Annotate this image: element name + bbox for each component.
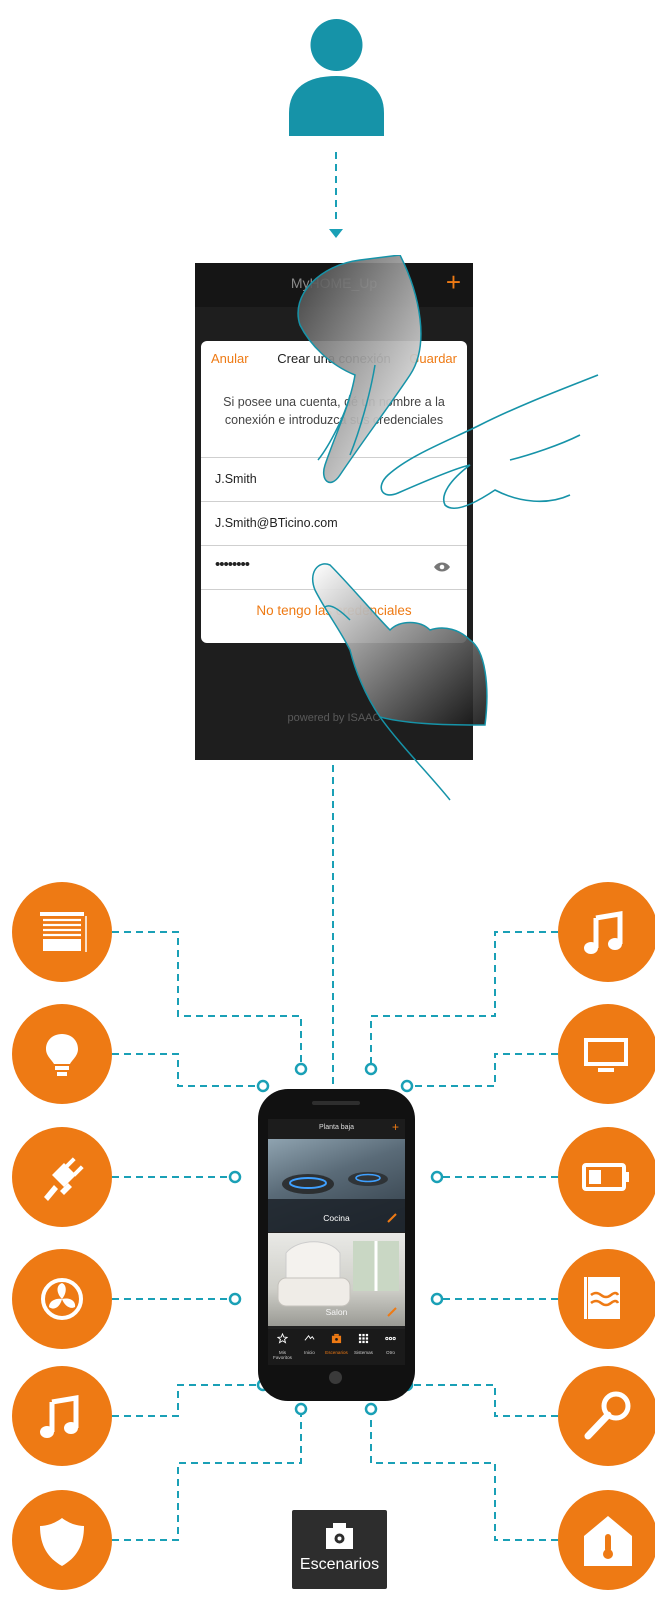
fan-icon: [12, 1249, 112, 1349]
scenarios-badge: Escenarios: [292, 1510, 387, 1589]
home-temperature-icon: [558, 1490, 655, 1590]
tab-label: Escenarios: [325, 1350, 348, 1355]
tab-label: Inicio: [304, 1350, 315, 1355]
phone-home-button: [329, 1371, 342, 1384]
tab-home[interactable]: Inicio: [296, 1331, 323, 1355]
scene-card-cocina[interactable]: Cocina: [268, 1139, 405, 1232]
power-plug-icon: [12, 1127, 112, 1227]
tab-other[interactable]: Otro: [377, 1331, 404, 1355]
phone-header: Planta baja +: [268, 1119, 405, 1139]
star-icon: [276, 1332, 289, 1344]
scene-label: Salon: [325, 1307, 348, 1317]
scene-label: Cocina: [323, 1213, 350, 1223]
tab-label: Otro: [386, 1350, 395, 1355]
device-audio-left: [12, 1366, 112, 1471]
scenarios-label: Escenarios: [299, 1556, 380, 1573]
grid-icon: [358, 1333, 369, 1344]
edit-icon[interactable]: [387, 1307, 397, 1317]
tab-bar: Mis Favoritos Inicio Escenarios Sistemas…: [268, 1329, 405, 1365]
music-icon: [558, 882, 655, 982]
tab-scenarios[interactable]: Escenarios: [323, 1331, 350, 1355]
device-blinds: [12, 882, 112, 987]
tab-label: Sistemas: [354, 1350, 373, 1355]
tab-systems[interactable]: Sistemas: [350, 1331, 377, 1355]
device-lighting: [12, 1004, 112, 1109]
tab-favorites[interactable]: Mis Favoritos: [269, 1331, 296, 1360]
device-water-heater: [558, 1249, 655, 1354]
blinds-icon: [12, 882, 112, 982]
device-security: [12, 1490, 112, 1595]
home-roof-icon: [304, 1334, 315, 1341]
device-thermoregulation: [558, 1490, 655, 1595]
tab-label: Mis Favoritos: [273, 1350, 292, 1360]
tv-icon: [558, 1004, 655, 1104]
password-value: ••••••••: [215, 556, 250, 573]
add-icon[interactable]: +: [392, 1120, 399, 1134]
phone-screen: Planta baja + Cocina Salon Mis Favoritos: [268, 1119, 405, 1365]
device-battery: [558, 1127, 655, 1232]
lightbulb-icon: [12, 1004, 112, 1104]
touch-gesture-illustration: [297, 255, 599, 801]
scenarios-icon: [331, 1333, 342, 1344]
device-audio-right: [558, 882, 655, 987]
device-video: [558, 1004, 655, 1109]
water-heater-icon: [558, 1249, 655, 1349]
user-icon: [289, 19, 384, 136]
scenarios-icon: [326, 1523, 353, 1549]
shield-icon: [12, 1490, 112, 1590]
door-key-icon: [558, 1366, 655, 1466]
device-door-entry: [558, 1366, 655, 1471]
more-icon: [385, 1336, 396, 1341]
phone-speaker: [312, 1101, 360, 1105]
scene-card-salon[interactable]: Salon: [268, 1233, 405, 1326]
floor-label: Planta baja: [318, 1124, 355, 1131]
device-ventilation: [12, 1249, 112, 1354]
device-energy: [12, 1127, 112, 1232]
battery-icon: [558, 1127, 655, 1227]
edit-icon[interactable]: [387, 1213, 397, 1223]
music-icon: [12, 1366, 112, 1466]
name-value: J.Smith: [215, 472, 257, 486]
